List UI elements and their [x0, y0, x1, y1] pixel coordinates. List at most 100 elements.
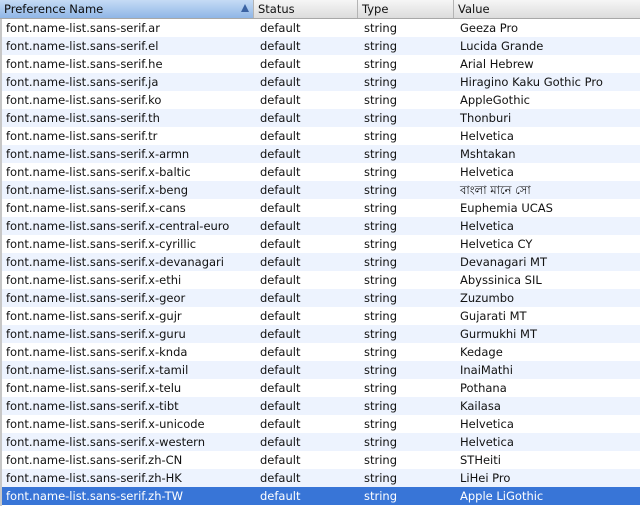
table-row[interactable]: font.name-list.sans-serif.x-tamil default…	[0, 361, 640, 379]
cell-value: Gurmukhi MT	[460, 327, 537, 341]
table-row[interactable]: font.name-list.sans-serif.zh-TW default st…	[0, 487, 640, 505]
cell-status: default	[260, 489, 301, 503]
cell-value: Helvetica CY	[460, 237, 533, 251]
cell-preference-name: font.name-list.sans-serif.ar	[6, 21, 160, 35]
column-header-value[interactable]: Value	[454, 0, 640, 18]
table-row[interactable]: font.name-list.sans-serif.th default strin…	[0, 109, 640, 127]
cell-status: default	[260, 291, 301, 305]
cell-type: string	[364, 57, 398, 71]
cell-value: Helvetica	[460, 435, 514, 449]
column-header-status[interactable]: Status	[254, 0, 358, 18]
cell-preference-name: font.name-list.sans-serif.x-cyrillic	[6, 237, 197, 251]
cell-status: default	[260, 399, 301, 413]
cell-value: Thonburi	[460, 111, 512, 125]
cell-preference-name: font.name-list.sans-serif.x-baltic	[6, 165, 191, 179]
sort-ascending-icon	[241, 4, 249, 12]
cell-type: string	[364, 309, 398, 323]
cell-preference-name: font.name-list.sans-serif.x-geor	[6, 291, 186, 305]
table-row[interactable]: font.name-list.sans-serif.ko default strin…	[0, 91, 640, 109]
cell-value: Devanagari MT	[460, 255, 547, 269]
cell-status: default	[260, 453, 301, 467]
table-row[interactable]: font.name-list.sans-serif.x-cans default s…	[0, 199, 640, 217]
cell-status: default	[260, 183, 301, 197]
cell-preference-name: font.name-list.sans-serif.zh-HK	[6, 471, 182, 485]
table-row[interactable]: font.name-list.sans-serif.x-armn default s…	[0, 145, 640, 163]
cell-preference-name: font.name-list.sans-serif.x-gujr	[6, 309, 182, 323]
table-row[interactable]: font.name-list.sans-serif.x-devanagari de…	[0, 253, 640, 271]
cell-value: Helvetica	[460, 417, 514, 431]
table-row[interactable]: font.name-list.sans-serif.ja default strin…	[0, 73, 640, 91]
cell-type: string	[364, 147, 398, 161]
table-row[interactable]: font.name-list.sans-serif.zh-HK default st…	[0, 469, 640, 487]
table-row[interactable]: font.name-list.sans-serif.x-beng default s…	[0, 181, 640, 199]
table-row[interactable]: font.name-list.sans-serif.x-gujr default s…	[0, 307, 640, 325]
cell-type: string	[364, 75, 398, 89]
table-row[interactable]: font.name-list.sans-serif.x-geor default s…	[0, 289, 640, 307]
column-header-type[interactable]: Type	[358, 0, 454, 18]
cell-type: string	[364, 201, 398, 215]
cell-status: default	[260, 309, 301, 323]
table-row[interactable]: font.name-list.sans-serif.x-baltic defaul…	[0, 163, 640, 181]
table-row[interactable]: font.name-list.sans-serif.zh-CN default st…	[0, 451, 640, 469]
column-header-label: Value	[458, 2, 490, 16]
cell-value: Gujarati MT	[460, 309, 527, 323]
table-row[interactable]: font.name-list.sans-serif.x-knda default s…	[0, 343, 640, 361]
cell-preference-name: font.name-list.sans-serif.ja	[6, 75, 159, 89]
cell-type: string	[364, 237, 398, 251]
cell-value: InaiMathi	[460, 363, 513, 377]
cell-value: AppleGothic	[460, 93, 530, 107]
cell-status: default	[260, 129, 301, 143]
cell-preference-name: font.name-list.sans-serif.he	[6, 57, 163, 71]
cell-value: Helvetica	[460, 165, 514, 179]
table-row[interactable]: font.name-list.sans-serif.he default strin…	[0, 55, 640, 73]
cell-preference-name: font.name-list.sans-serif.x-unicode	[6, 417, 205, 431]
cell-status: default	[260, 165, 301, 179]
cell-preference-name: font.name-list.sans-serif.el	[6, 39, 159, 53]
cell-preference-name: font.name-list.sans-serif.x-devanagari	[6, 255, 224, 269]
cell-type: string	[364, 489, 398, 503]
cell-type: string	[364, 435, 398, 449]
cell-type: string	[364, 327, 398, 341]
cell-status: default	[260, 435, 301, 449]
table-row[interactable]: font.name-list.sans-serif.x-telu default s…	[0, 379, 640, 397]
table-header: Preference Name Status Type Value	[0, 0, 640, 19]
cell-value: Lucida Grande	[460, 39, 544, 53]
table-row[interactable]: font.name-list.sans-serif.el default strin…	[0, 37, 640, 55]
cell-type: string	[364, 165, 398, 179]
table-row[interactable]: font.name-list.sans-serif.tr default strin…	[0, 127, 640, 145]
cell-preference-name: font.name-list.sans-serif.x-tibt	[6, 399, 179, 413]
table-row[interactable]: font.name-list.sans-serif.x-unicode defau…	[0, 415, 640, 433]
table-row[interactable]: font.name-list.sans-serif.x-tibt default s…	[0, 397, 640, 415]
cell-status: default	[260, 219, 301, 233]
cell-preference-name: font.name-list.sans-serif.x-ethi	[6, 273, 182, 287]
table-row[interactable]: font.name-list.sans-serif.x-guru default s…	[0, 325, 640, 343]
table-row[interactable]: font.name-list.sans-serif.x-ethi default s…	[0, 271, 640, 289]
table-row[interactable]: font.name-list.sans-serif.x-central-euro…	[0, 217, 640, 235]
table-row[interactable]: font.name-list.sans-serif.x-western defau…	[0, 433, 640, 451]
column-header-preference-name[interactable]: Preference Name	[0, 0, 254, 18]
cell-value: STHeiti	[460, 453, 501, 467]
cell-value: Arial Hebrew	[460, 57, 534, 71]
cell-status: default	[260, 201, 301, 215]
cell-status: default	[260, 471, 301, 485]
table-row[interactable]: font.name-list.sans-serif.x-cyrillic defa…	[0, 235, 640, 253]
left-edge-divider	[0, 19, 2, 506]
cell-type: string	[364, 291, 398, 305]
table-body: font.name-list.sans-serif.ar default strin…	[0, 19, 640, 505]
preferences-table: Preference Name Status Type Value font.n…	[0, 0, 640, 506]
cell-type: string	[364, 273, 398, 287]
cell-status: default	[260, 237, 301, 251]
cell-preference-name: font.name-list.sans-serif.x-beng	[6, 183, 189, 197]
cell-preference-name: font.name-list.sans-serif.x-telu	[6, 381, 182, 395]
cell-preference-name: font.name-list.sans-serif.x-guru	[6, 327, 186, 341]
cell-type: string	[364, 21, 398, 35]
cell-type: string	[364, 453, 398, 467]
cell-preference-name: font.name-list.sans-serif.th	[6, 111, 160, 125]
table-row[interactable]: font.name-list.sans-serif.ar default strin…	[0, 19, 640, 37]
cell-type: string	[364, 183, 398, 197]
cell-preference-name: font.name-list.sans-serif.x-tamil	[6, 363, 189, 377]
column-header-label: Type	[362, 2, 389, 16]
cell-value: Euphemia UCAS	[460, 201, 553, 215]
cell-value: Pothana	[460, 381, 507, 395]
cell-value: Abyssinica SIL	[460, 273, 542, 287]
